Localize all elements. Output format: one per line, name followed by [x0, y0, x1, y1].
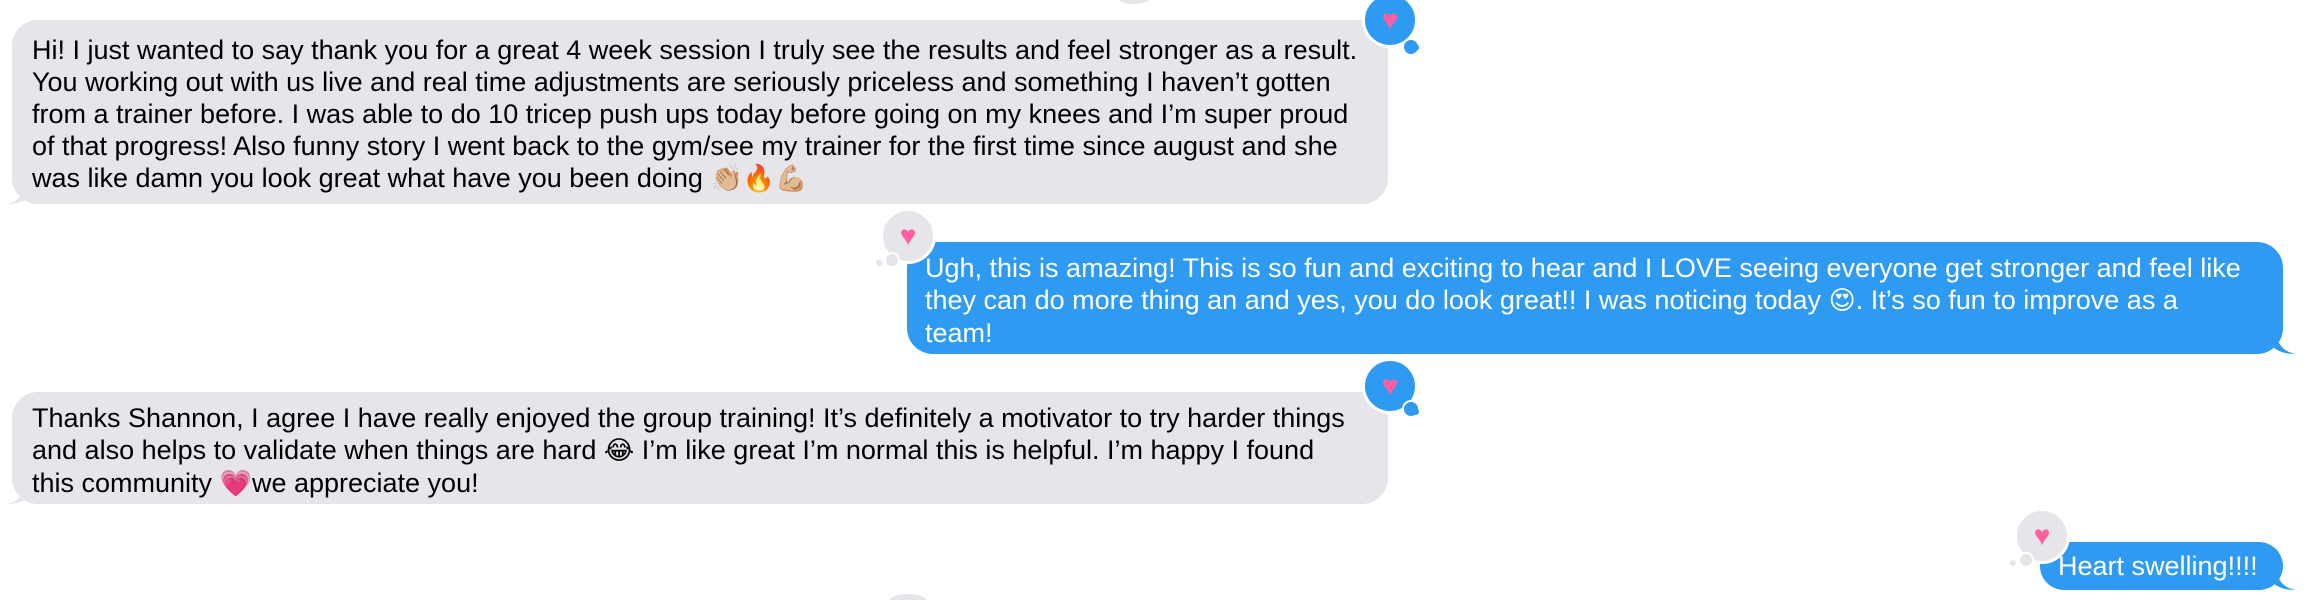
heart-icon: ♥ [1381, 4, 1399, 35]
message-text-line: Heart swelling!!!! [2058, 551, 2258, 581]
bubble-tail-sent [2272, 330, 2296, 354]
bubble-tail-sent [2272, 566, 2296, 590]
message-bubble-received[interactable]: Thanks Shannon, I agree I have really en… [12, 392, 1388, 504]
tapback-tail-dot [2010, 560, 2016, 566]
message-text-line: Thanks Shannon, I agree I have really en… [32, 403, 1345, 433]
message-text-line: of that progress! Also funny story I wen… [32, 131, 1338, 161]
heart-icon: ♥ [2033, 520, 2051, 551]
partial-bubble-edge [1119, 0, 1149, 4]
tapback-tail-dot [884, 252, 900, 268]
bubble-tail-received [6, 480, 30, 504]
message-text: and also helps to validate when things a… [32, 435, 597, 465]
message-text: was like damn you look great what have y… [32, 163, 703, 193]
emoji-clap-fire-flex: 👏🏼🔥💪🏼 [710, 164, 808, 194]
message-bubble-sent[interactable]: Ugh, this is amazing! This is so fun and… [907, 242, 2283, 354]
partial-tapback-edge [890, 594, 926, 600]
message-text-line: this community 💗we appreciate you! [32, 467, 1370, 500]
message-text: . It’s so fun to improve as a [1855, 285, 2178, 315]
emoji-growing-heart: 💗 [219, 469, 252, 499]
message-text: this community [32, 468, 213, 498]
message-text: we appreciate you! [251, 468, 479, 498]
message-text-line: team! [925, 318, 993, 348]
bubble-tail-received [6, 180, 30, 204]
message-text-line: was like damn you look great what have y… [32, 162, 1370, 195]
message-bubble-sent[interactable]: Heart swelling!!!! [2040, 542, 2283, 590]
emoji-heart-eyes: 😍 [1828, 286, 1856, 316]
message-thread: Hi! I just wanted to say thank you for a… [0, 0, 2306, 600]
message-bubble-received[interactable]: Hi! I just wanted to say thank you for a… [12, 20, 1388, 204]
tapback-tail-dot [1412, 408, 1419, 415]
heart-icon: ♥ [899, 220, 917, 251]
tapback-tail-dot [2018, 552, 2034, 568]
message-text-line: they can do more thing an and yes, you d… [925, 284, 2265, 317]
heart-icon: ♥ [1381, 370, 1399, 401]
tapback-tail-dot [876, 260, 882, 266]
message-text-line: Hi! I just wanted to say thank you for a… [32, 35, 1358, 65]
message-text-line: Ugh, this is amazing! This is so fun and… [925, 253, 2241, 283]
tapback-tail-dot [1412, 44, 1419, 51]
message-text-line: You working out with us live and real ti… [32, 67, 1331, 97]
message-text-line: and also helps to validate when things a… [32, 434, 1370, 467]
message-text: they can do more thing an and yes, you d… [925, 285, 1822, 315]
emoji-laughing: 😂 [603, 436, 635, 466]
message-text: I’m like great I’m normal this is helpfu… [634, 435, 1315, 465]
message-text-line: from a trainer before. I was able to do … [32, 99, 1349, 129]
